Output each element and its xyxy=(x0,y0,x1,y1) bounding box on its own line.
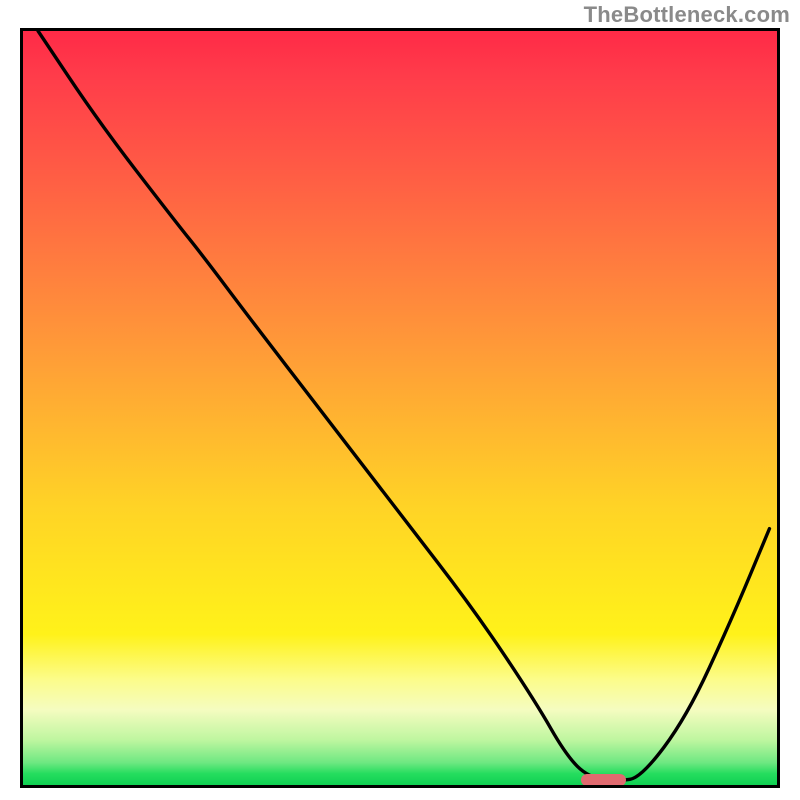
watermark-text: TheBottleneck.com xyxy=(584,2,790,28)
bottleneck-plot xyxy=(20,28,780,788)
optimal-range-marker xyxy=(581,774,626,786)
bottleneck-curve-path xyxy=(38,31,769,780)
curve-layer xyxy=(23,31,777,785)
